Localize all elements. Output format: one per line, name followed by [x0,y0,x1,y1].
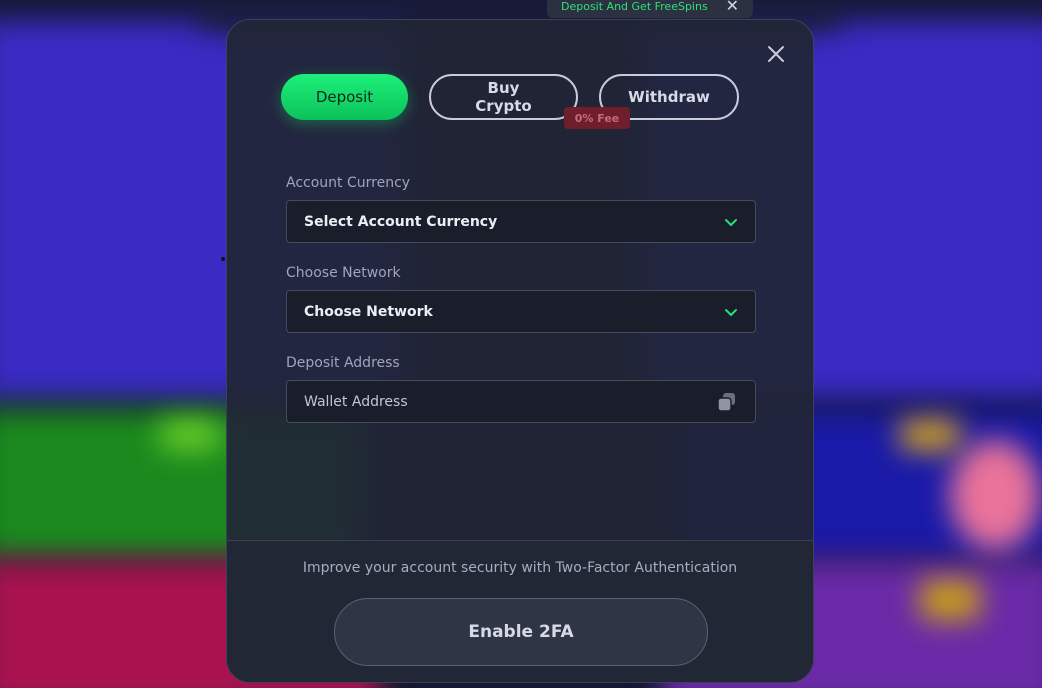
network-label: Choose Network [286,265,401,281]
account-currency-label: Account Currency [286,175,411,191]
deposit-address-label: Deposit Address [286,355,400,371]
security-message: Improve your account security with Two-F… [302,560,738,576]
promo-banner: Deposit And Get FreeSpins ✕ [547,0,753,18]
enable-2fa-button[interactable]: Enable 2FA [334,598,708,666]
deposit-modal: Deposit Buy Crypto Withdraw 0% Fee Accou… [226,19,814,683]
close-icon[interactable] [765,44,787,66]
tab-buy-crypto[interactable]: Buy Crypto [429,74,578,120]
chevron-down-icon [724,305,738,319]
account-currency-select[interactable]: Select Account Currency [286,200,756,243]
copy-icon[interactable] [716,391,738,413]
deposit-address-field[interactable]: Wallet Address [286,380,756,423]
cursor-dot [221,257,225,261]
network-value: Choose Network [304,303,433,320]
tab-deposit[interactable]: Deposit [281,74,408,120]
promo-text[interactable]: Deposit And Get FreeSpins [561,0,708,13]
footer-divider [227,540,813,541]
account-currency-value: Select Account Currency [304,213,498,230]
network-select[interactable]: Choose Network [286,290,756,333]
modal-tabs: Deposit Buy Crypto Withdraw 0% Fee [281,74,741,129]
fee-badge: 0% Fee [564,107,630,129]
tab-buy-crypto-label: Buy Crypto [475,79,532,115]
chevron-down-icon [724,215,738,229]
promo-close-icon[interactable]: ✕ [726,0,739,14]
wallet-address-placeholder: Wallet Address [304,393,408,410]
